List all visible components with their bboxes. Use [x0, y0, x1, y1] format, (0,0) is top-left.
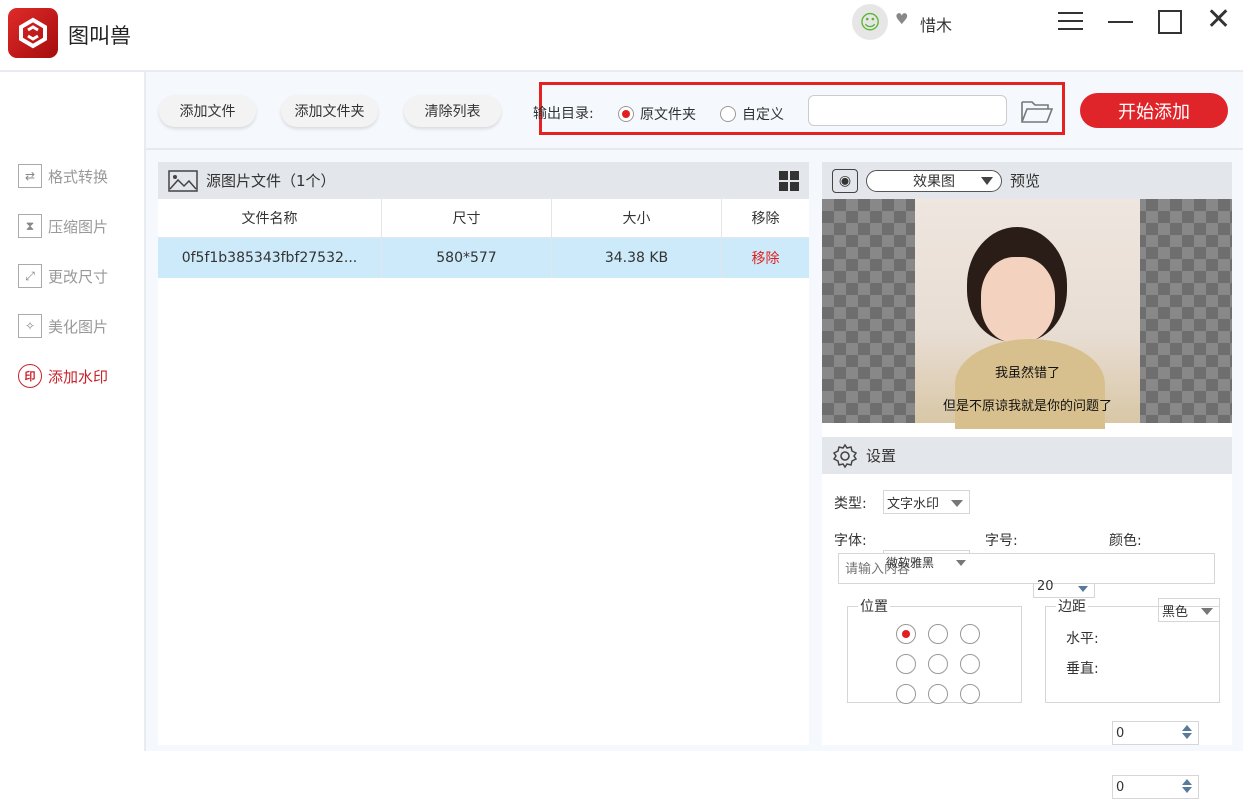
vertical-label: 垂直:	[1066, 661, 1099, 677]
horizontal-label: 水平:	[1066, 631, 1099, 647]
title-bar	[0, 0, 1243, 72]
vertical-margin-stepper[interactable]: 0	[1112, 775, 1199, 799]
sidebar-item-resize[interactable]: ⤢ 更改尺寸	[18, 263, 138, 289]
resize-icon: ⤢	[18, 264, 42, 288]
start-button[interactable]: 开始添加	[1080, 93, 1228, 128]
margin-label: 边距	[1058, 599, 1086, 615]
add-file-button[interactable]: 添加文件	[159, 95, 256, 127]
radio-label: 自定义	[742, 107, 784, 123]
wechat-avatar[interactable]: ☺	[852, 4, 888, 40]
position-bottom-center[interactable]	[928, 684, 948, 704]
color-value: 黑色	[1162, 604, 1189, 620]
radio-original-folder[interactable]: 原文件夹	[618, 104, 696, 124]
size-label: 字号:	[985, 533, 1018, 549]
sidebar-item-label: 压缩图片	[48, 217, 109, 236]
output-dir-label: 输出目录:	[533, 106, 594, 122]
file-list-panel: 源图片文件（1个） 文件名称 尺寸 大小 移除 0f5f1b385343fbf2…	[158, 162, 809, 745]
type-select[interactable]: 文字水印	[883, 490, 970, 514]
chevron-down-icon	[956, 560, 966, 566]
preview-header: ◉ 效果图 预览	[822, 162, 1232, 199]
folder-open-icon[interactable]	[1020, 98, 1054, 128]
radio-label: 原文件夹	[640, 107, 696, 123]
caption-line-1: 我虽然错了	[994, 366, 1060, 381]
font-value: 微软雅黑	[886, 555, 935, 570]
compress-icon: ⧗	[18, 214, 42, 238]
column-header: 文件名称	[158, 199, 382, 237]
size-value: 20	[1037, 578, 1054, 594]
position-top-left[interactable]	[896, 624, 916, 644]
file-name: 0f5f1b385343fbf27532...	[158, 238, 382, 278]
beautify-icon: ✧	[18, 314, 42, 338]
table-row[interactable]: 0f5f1b385343fbf27532... 580*577 34.38 KB…	[158, 238, 809, 278]
sidebar-item-label: 更改尺寸	[48, 267, 109, 286]
maximize-icon[interactable]	[1158, 10, 1182, 34]
position-top-right[interactable]	[960, 624, 980, 644]
column-header: 尺寸	[382, 199, 552, 237]
spinner-arrows-icon[interactable]	[1182, 725, 1192, 739]
vertical-value: 0	[1116, 779, 1125, 795]
sidebar-item-label: 美化图片	[48, 317, 109, 336]
file-list-title: 源图片文件（1个）	[206, 172, 336, 190]
spinner-arrows-icon[interactable]	[1182, 779, 1192, 793]
app-logo	[8, 8, 58, 58]
column-header: 移除	[751, 211, 780, 227]
position-bottom-left[interactable]	[896, 684, 916, 704]
output-path-input[interactable]	[808, 95, 1007, 126]
column-header: 大小	[552, 199, 722, 237]
position-middle-left[interactable]	[896, 654, 916, 674]
table-header: 文件名称 尺寸 大小 移除	[158, 199, 809, 238]
app-title: 图叫兽	[68, 24, 131, 48]
username[interactable]: 惜木	[920, 12, 952, 36]
close-icon[interactable]: ✕	[1206, 2, 1231, 37]
horizontal-margin-stepper[interactable]: 0	[1112, 721, 1199, 745]
position-group: 位置	[847, 596, 1022, 704]
sidebar-item-compress[interactable]: ⧗ 压缩图片	[18, 213, 138, 239]
radio-icon	[720, 106, 736, 122]
menu-icon[interactable]	[1058, 12, 1083, 30]
file-size: 34.38 KB	[552, 238, 722, 278]
image-dimensions: 580*577	[382, 238, 552, 278]
sidebar-item-label: 格式转换	[48, 167, 109, 186]
chevron-down-icon	[1201, 608, 1213, 615]
sidebar-item-format-convert[interactable]: ⇄ 格式转换	[18, 163, 138, 189]
clear-list-button[interactable]: 清除列表	[404, 95, 501, 127]
horizontal-value: 0	[1116, 725, 1125, 741]
settings-header: 设置	[822, 437, 1232, 474]
color-label: 颜色:	[1109, 533, 1142, 549]
image-icon	[168, 169, 198, 192]
preview-mode-select[interactable]: 效果图	[866, 169, 1002, 192]
preview-image: 我虽然错了 但是不原谅我就是你的问题了	[822, 199, 1232, 429]
type-label: 类型:	[834, 496, 867, 512]
stamp-icon: 印	[18, 364, 42, 388]
convert-icon: ⇄	[18, 164, 42, 188]
position-center[interactable]	[928, 654, 948, 674]
radio-custom[interactable]: 自定义	[720, 104, 784, 124]
chevron-down-icon	[951, 500, 963, 507]
type-value: 文字水印	[887, 496, 940, 512]
margin-group: 边距	[1045, 596, 1220, 703]
position-label: 位置	[860, 599, 888, 615]
settings-title: 设置	[866, 447, 897, 465]
sidebar-item-beautify[interactable]: ✧ 美化图片	[18, 313, 138, 339]
position-bottom-right[interactable]	[960, 684, 980, 704]
font-label: 字体:	[834, 533, 867, 549]
sidebar-item-watermark[interactable]: 印添加水印	[18, 363, 138, 389]
sidebar-item-label: 添加水印	[48, 367, 109, 386]
radio-icon	[618, 106, 634, 122]
divider	[146, 148, 1243, 150]
grid-view-icon[interactable]	[779, 171, 799, 191]
caption-line-2: 但是不原谅我就是你的问题了	[942, 399, 1112, 414]
remove-link[interactable]: 移除	[722, 238, 809, 278]
gear-icon	[832, 443, 858, 468]
add-folder-button[interactable]: 添加文件夹	[281, 95, 378, 127]
vip-heart-icon: ♥	[895, 10, 909, 28]
position-top-center[interactable]	[928, 624, 948, 644]
eye-icon: ◉	[832, 168, 858, 193]
photo: 我虽然错了 但是不原谅我就是你的问题了	[915, 199, 1140, 429]
minimize-icon[interactable]	[1108, 21, 1133, 23]
position-middle-right[interactable]	[960, 654, 980, 674]
preview-mode-value: 效果图	[913, 173, 955, 190]
preview-label: 预览	[1010, 172, 1041, 190]
file-list-header: 源图片文件（1个）	[158, 162, 809, 199]
